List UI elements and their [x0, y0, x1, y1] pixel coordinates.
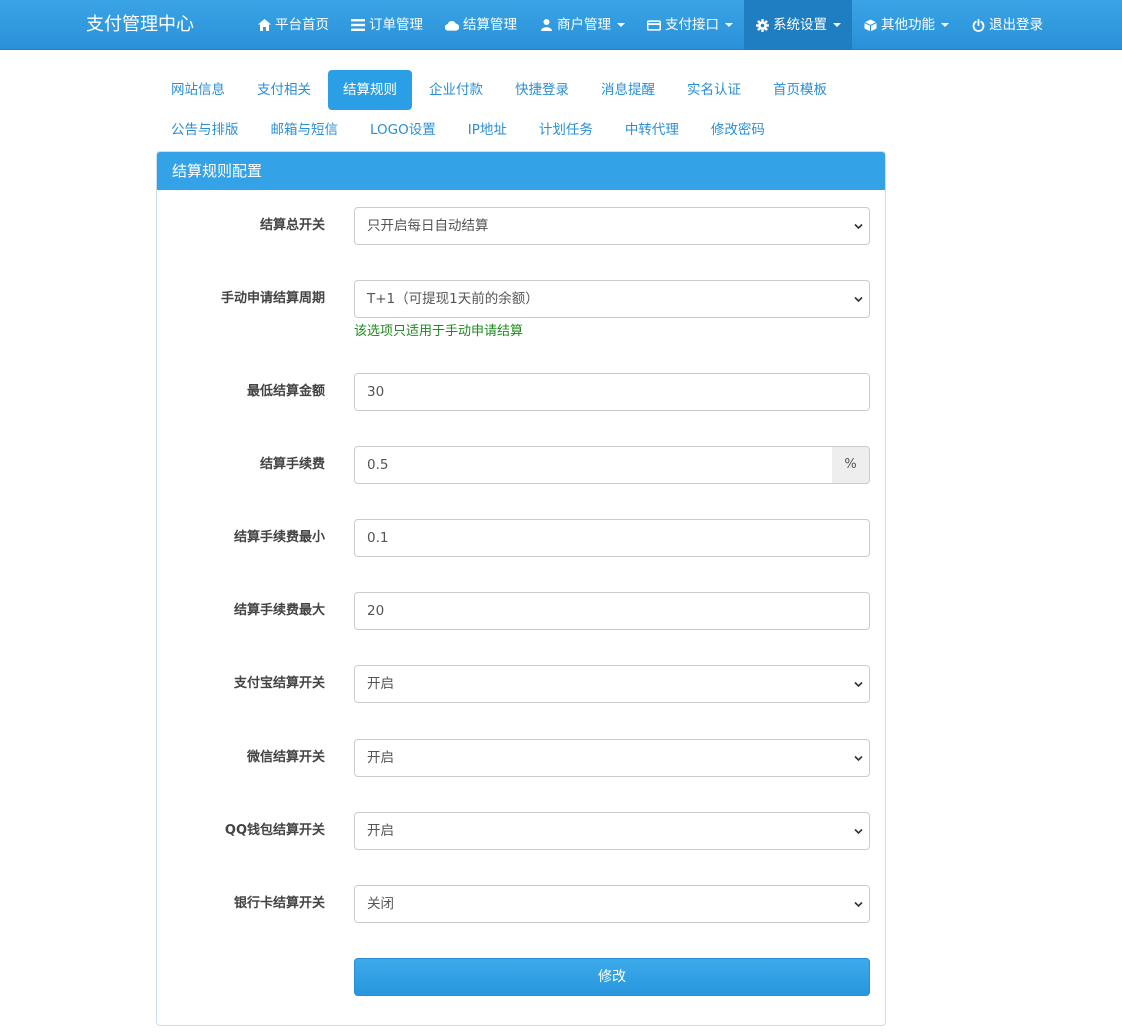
field-label: 微信结算开关 [246, 750, 325, 765]
select-value: 关闭 [367, 896, 394, 912]
nav-item-label: 结算管理 [463, 17, 517, 33]
tab-settlement-rules[interactable]: 结算规则 [328, 70, 412, 110]
tab-enterprise-payment[interactable]: 企业付款 [414, 70, 498, 110]
select-value: 开启 [367, 676, 394, 692]
select-value: 只开启每日自动结算 [367, 218, 489, 234]
select-value: 开启 [367, 823, 394, 839]
gear-icon [755, 18, 769, 32]
field-label: 结算手续费 [259, 457, 325, 472]
nav-item-settlement[interactable]: 结算管理 [434, 0, 528, 50]
chevron-down-icon [854, 296, 863, 303]
nav-item-logout[interactable]: 退出登录 [960, 0, 1054, 50]
chevron-down-icon [854, 901, 863, 908]
select-value: 开启 [367, 750, 394, 766]
nav-item-payment-api[interactable]: 支付接口 [636, 0, 744, 50]
tab-cron[interactable]: 计划任务 [524, 110, 608, 150]
field-label: 结算手续费最小 [233, 530, 325, 545]
settlement-fee-input[interactable]: 0.5 [354, 446, 833, 484]
settlement-fee-min-input[interactable]: 0.1 [354, 519, 870, 557]
tab-payment[interactable]: 支付相关 [242, 70, 326, 110]
nav-menu: 平台首页 订单管理 结算管理 商户管理 支付接口 系统设置 其他功能 退出登录 [246, 0, 1054, 50]
tab-email-sms[interactable]: 邮箱与短信 [256, 110, 354, 150]
nav-item-home[interactable]: 平台首页 [246, 0, 340, 50]
top-navbar: 支付管理中心 平台首页 订单管理 结算管理 商户管理 支付接口 系统设置 其他功… [0, 0, 1122, 50]
chevron-down-icon [854, 755, 863, 762]
user-icon [539, 18, 553, 32]
brand-title[interactable]: 支付管理中心 [86, 0, 194, 50]
nav-item-label: 其他功能 [881, 17, 935, 33]
settlement-master-switch-select[interactable]: 只开启每日自动结算 [354, 207, 870, 245]
power-icon [971, 18, 985, 32]
settlement-fee-max-input[interactable]: 20 [354, 592, 870, 630]
nav-item-system-settings[interactable]: 系统设置 [744, 0, 852, 50]
field-label: 手动申请结算周期 [220, 291, 325, 306]
field-label: 结算手续费最大 [233, 603, 325, 618]
tab-proxy[interactable]: 中转代理 [610, 110, 694, 150]
wechat-settlement-select[interactable]: 开启 [354, 739, 870, 777]
alipay-settlement-select[interactable]: 开启 [354, 665, 870, 703]
tab-logo[interactable]: LOGO设置 [355, 110, 451, 150]
select-value: T+1（可提现1天前的余额） [367, 291, 539, 307]
min-settlement-amount-input[interactable]: 30 [354, 373, 870, 411]
nav-item-merchants[interactable]: 商户管理 [528, 0, 636, 50]
nav-item-label: 商户管理 [557, 17, 611, 33]
nav-item-label: 支付接口 [665, 17, 719, 33]
caret-down-icon [617, 23, 625, 27]
home-icon [257, 18, 271, 32]
tab-ip-address[interactable]: IP地址 [453, 110, 522, 150]
help-text: 该选项只适用于手动申请结算 [354, 324, 524, 339]
panel-title: 结算规则配置 [157, 152, 885, 190]
qq-wallet-settlement-select[interactable]: 开启 [354, 812, 870, 850]
percent-addon: % [832, 446, 870, 484]
cube-icon [863, 18, 877, 32]
field-label: 最低结算金额 [246, 384, 325, 399]
list-icon [351, 18, 365, 32]
tabs-row-2: 公告与排版 邮箱与短信 LOGO设置 IP地址 计划任务 中转代理 修改密码 [156, 110, 886, 150]
credit-card-icon [647, 18, 661, 32]
field-label: 结算总开关 [259, 218, 325, 233]
tab-notifications[interactable]: 消息提醒 [586, 70, 670, 110]
field-label: 支付宝结算开关 [233, 676, 325, 691]
settlement-rules-panel: 结算规则配置 结算总开关 只开启每日自动结算 手动申请结算周期 T+1（可提现1… [156, 151, 886, 1026]
chevron-down-icon [854, 681, 863, 688]
chevron-down-icon [854, 828, 863, 835]
tabs-row-1: 网站信息 支付相关 结算规则 企业付款 快捷登录 消息提醒 实名认证 首页模板 [156, 70, 886, 110]
nav-item-label: 系统设置 [773, 17, 827, 33]
tab-site-info[interactable]: 网站信息 [156, 70, 240, 110]
tab-announcement[interactable]: 公告与排版 [156, 110, 254, 150]
nav-item-label: 订单管理 [369, 17, 423, 33]
tab-real-name[interactable]: 实名认证 [672, 70, 756, 110]
nav-item-other-functions[interactable]: 其他功能 [852, 0, 960, 50]
chevron-down-icon [854, 223, 863, 230]
field-label: QQ钱包结算开关 [224, 823, 325, 838]
nav-item-label: 退出登录 [989, 17, 1043, 33]
tab-home-template[interactable]: 首页模板 [758, 70, 842, 110]
settings-tabs: 网站信息 支付相关 结算规则 企业付款 快捷登录 消息提醒 实名认证 首页模板 … [156, 70, 886, 150]
manual-settlement-cycle-select[interactable]: T+1（可提现1天前的余额） [354, 280, 870, 318]
tab-change-password[interactable]: 修改密码 [696, 110, 780, 150]
caret-down-icon [725, 23, 733, 27]
tab-quick-login[interactable]: 快捷登录 [500, 70, 584, 110]
caret-down-icon [833, 23, 841, 27]
caret-down-icon [941, 23, 949, 27]
submit-button[interactable]: 修改 [354, 958, 870, 996]
bank-card-settlement-select[interactable]: 关闭 [354, 885, 870, 923]
field-label: 银行卡结算开关 [233, 896, 325, 911]
nav-item-orders[interactable]: 订单管理 [340, 0, 434, 50]
nav-item-label: 平台首页 [275, 17, 329, 33]
cloud-icon [445, 18, 459, 32]
